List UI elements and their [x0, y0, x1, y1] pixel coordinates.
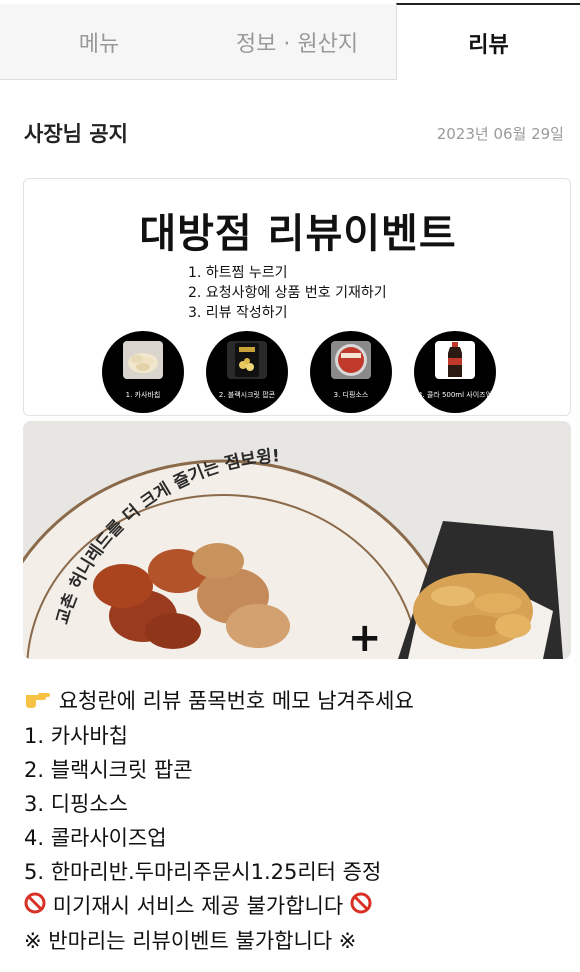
event-step: 3. 리뷰 작성하기 — [188, 305, 288, 321]
event-item-caption: 3. 디핑소스 — [333, 391, 369, 399]
notice-line: 5. 한마리반.두마리주문시1.25리터 증정 — [24, 860, 382, 884]
notice-line: 4. 콜라사이즈업 — [24, 826, 167, 850]
event-steps: 1. 하트찜 누르기 2. 요청사항에 상품 번호 기재하기 3. 리뷰 작성하… — [188, 263, 387, 323]
event-item-black-secret-popcorn: 2. 블랙시크릿 팝콘 — [206, 331, 288, 413]
notice-line: 3. 디핑소스 — [24, 792, 128, 816]
cassava-chips-image — [123, 341, 163, 379]
tab-bar: 메뉴 정보 · 원산지 리뷰 — [0, 0, 580, 80]
food-photo: 교촌 허니레드를 더 크게 즐기는 점보윙! + — [23, 421, 571, 659]
notice-line-text: 요청란에 리뷰 품목번호 메모 남겨주세요 — [58, 689, 414, 713]
popcorn-bag-image — [227, 341, 267, 379]
notice-line: 미기재시 서비스 제공 불가합니다 — [24, 889, 414, 924]
plus-sign: + — [348, 615, 382, 659]
notice-date: 2023년 06월 29일 — [436, 125, 564, 143]
event-items: 1. 카사바칩 2. 블랙시크릿 팝콘 3. 디핑소스 4. 콜라 500ml … — [102, 331, 502, 413]
event-item-caption: 1. 카사바칩 — [125, 391, 161, 399]
event-item-cassava-chips: 1. 카사바칩 — [102, 331, 184, 413]
event-item-caption: 2. 블랙시크릿 팝콘 — [218, 391, 276, 399]
event-item-caption: 4. 콜라 500ml 사이즈업 — [417, 391, 493, 399]
event-step: 2. 요청사항에 상품 번호 기재하기 — [188, 285, 387, 301]
notice-line: 1. 카사바칩 — [24, 724, 128, 748]
event-item-dipping-sauce: 3. 디핑소스 — [310, 331, 392, 413]
wings-and-fries-image: 교촌 허니레드를 더 크게 즐기는 점보윙! + — [23, 421, 571, 659]
notice-title: 사장님 공지 — [24, 122, 128, 146]
tab-menu[interactable]: 메뉴 — [0, 4, 198, 80]
notice-line: 2. 블랙시크릿 팝콘 — [24, 758, 193, 782]
dipping-sauce-image — [331, 341, 371, 379]
event-title: 대방점 리뷰이벤트 — [139, 211, 457, 257]
prohibited-icon — [24, 890, 46, 924]
tab-reviews[interactable]: 리뷰 — [396, 3, 580, 80]
notice-line-text: 미기재시 서비스 제공 불가합니다 — [52, 894, 344, 918]
prohibited-icon — [350, 890, 372, 924]
event-step: 1. 하트찜 누르기 — [188, 265, 288, 281]
notice-line: ※ 반마리는 리뷰이벤트 불가합니다 ※ — [24, 929, 357, 953]
pointing-hand-icon — [24, 685, 52, 719]
review-event-banner: 대방점 리뷰이벤트 1. 하트찜 누르기 2. 요청사항에 상품 번호 기재하기… — [23, 178, 571, 416]
notice-body: 요청란에 리뷰 품목번호 메모 남겨주세요 1. 카사바칩 2. 블랙시크릿 팝… — [24, 684, 414, 958]
cola-bottle-image — [435, 341, 475, 379]
notice-line: 요청란에 리뷰 품목번호 메모 남겨주세요 — [24, 684, 414, 719]
tab-info-origin[interactable]: 정보 · 원산지 — [198, 4, 396, 80]
event-item-cola-size-up: 4. 콜라 500ml 사이즈업 — [414, 331, 496, 413]
